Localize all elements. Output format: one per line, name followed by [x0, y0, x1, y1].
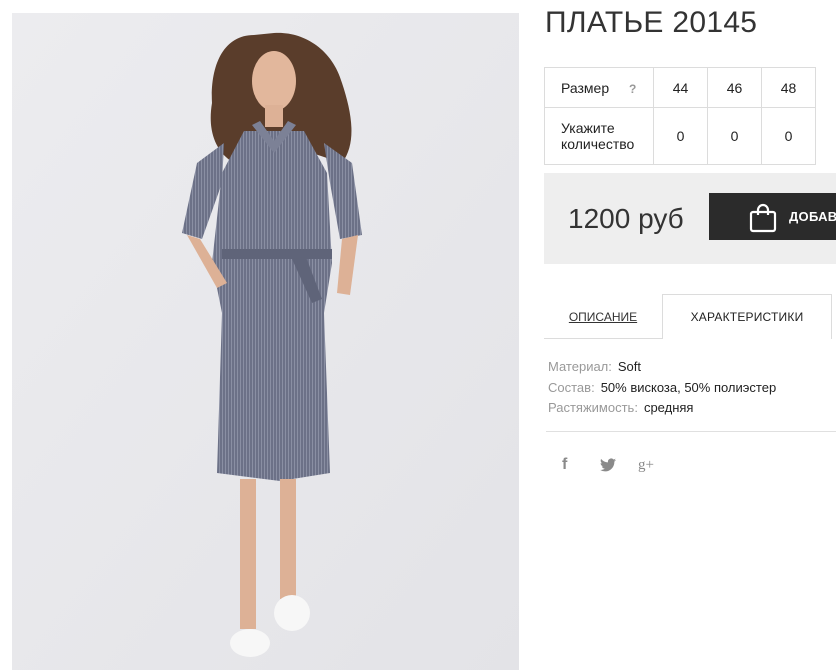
size-label-cell: Размер ? — [544, 67, 654, 108]
spec-key: Растяжимость: — [548, 400, 638, 415]
quantity-input-46[interactable]: 0 — [707, 107, 762, 165]
share-links: f g+ — [562, 455, 676, 475]
quantity-input-44[interactable]: 0 — [653, 107, 708, 165]
quantity-label-line1: Укажите — [561, 120, 615, 136]
tab-characteristics[interactable]: ХАРАКТЕРИСТИКИ — [662, 294, 832, 339]
spec-value: Soft — [617, 359, 642, 374]
quantity-label-cell: Укажите количество — [544, 107, 654, 165]
size-option-46: 46 — [707, 67, 762, 108]
google-plus-icon[interactable]: g+ — [638, 455, 676, 475]
tab-underline — [544, 338, 662, 339]
spec-value: средняя — [643, 400, 694, 415]
size-table: Размер ? 44 46 48 Укажите количество 0 0… — [544, 67, 816, 165]
spec-list: Материал: Soft Состав: 50% вискоза, 50% по… — [548, 357, 776, 419]
divider — [546, 431, 836, 432]
add-to-cart-button[interactable]: ДОБАВ — [709, 193, 836, 240]
price: 1200 руб — [568, 203, 684, 234]
price-box: 1200 руб ДОБАВ — [544, 173, 836, 264]
spec-row-stretch: Растяжимость: средняя — [548, 398, 776, 419]
twitter-icon[interactable] — [600, 455, 638, 475]
quantity-label-line2: количество — [561, 136, 635, 152]
size-row: Размер ? 44 46 48 — [544, 67, 816, 108]
quantity-row: Укажите количество 0 0 0 — [544, 107, 816, 165]
tab-description[interactable]: ОПИСАНИЕ — [544, 294, 662, 339]
quantity-input-48[interactable]: 0 — [761, 107, 816, 165]
size-label: Размер — [561, 79, 610, 96]
product-tabs: ОПИСАНИЕ ХАРАКТЕРИСТИКИ — [544, 294, 836, 339]
model-dress-illustration — [12, 13, 519, 670]
spec-key: Состав: — [548, 379, 595, 395]
spec-key: Материал: — [548, 359, 612, 374]
shopping-bag-icon — [749, 203, 777, 233]
product-photo[interactable] — [12, 13, 519, 670]
size-option-44: 44 — [653, 67, 708, 108]
spec-row-composition: Состав: 50% вискоза, 50% полиэстер — [548, 378, 776, 399]
help-icon[interactable]: ? — [629, 82, 636, 96]
spec-row-material: Материал: Soft — [548, 357, 776, 378]
product-title: ПЛАТЬЕ 20145 — [545, 6, 758, 39]
size-option-48: 48 — [761, 67, 816, 108]
facebook-icon[interactable]: f — [562, 455, 600, 475]
spec-value: 50% вискоза, 50% полиэстер — [600, 379, 777, 395]
add-to-cart-label: ДОБАВ — [789, 209, 836, 224]
